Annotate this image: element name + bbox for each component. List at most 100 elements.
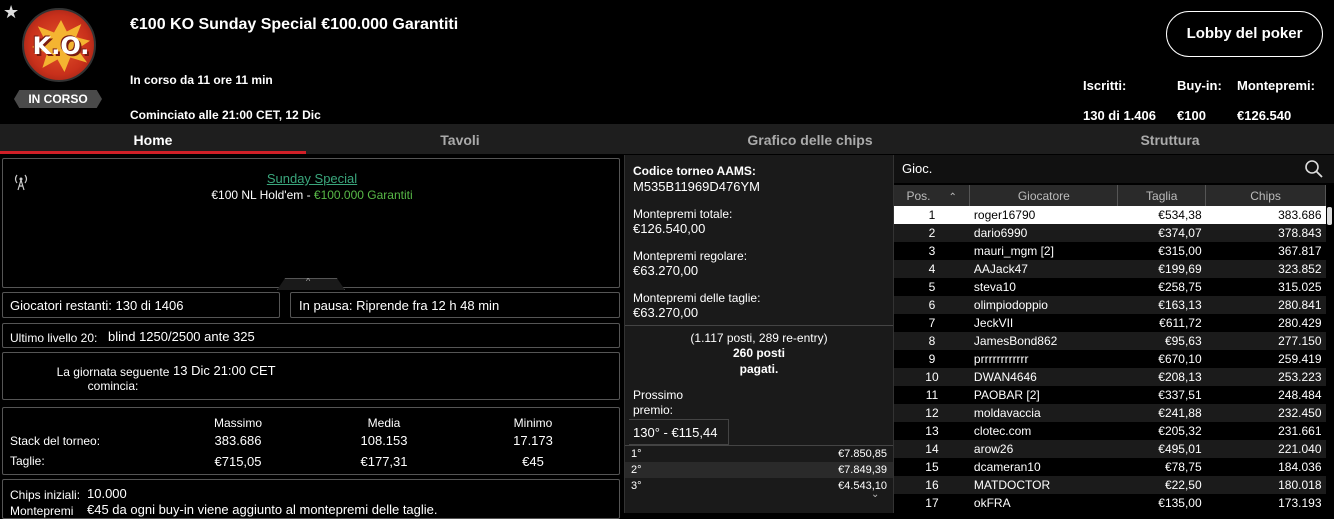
player-chips: 280.841 xyxy=(1205,296,1326,314)
player-row[interactable]: 4 AAJack47 €199,69 323.852 xyxy=(894,260,1326,278)
player-position: 8 xyxy=(894,332,970,350)
players-scrollbar[interactable] xyxy=(1327,207,1332,225)
next-day-box: La giornata seguente comincia: 13 Dic 21… xyxy=(2,352,620,400)
payout-position: 3° xyxy=(631,480,642,492)
column-header-player[interactable]: Giocatore xyxy=(969,185,1119,206)
regular-prize-value: €63.270,00 xyxy=(633,263,699,278)
favorite-star-icon[interactable]: ★ xyxy=(3,2,19,23)
collapse-toggle[interactable]: ^ xyxy=(277,278,345,290)
player-position: 17 xyxy=(894,494,970,512)
prizepool-label: Montepremi xyxy=(10,504,74,518)
initial-chips-value: 10.000 xyxy=(87,486,127,501)
player-row[interactable]: 17 okFRA €135,00 173.193 xyxy=(894,494,1326,512)
player-name: steva10 xyxy=(969,278,1118,296)
player-chips: 180.018 xyxy=(1205,476,1326,494)
player-row[interactable]: 14 arow26 €495,01 221.040 xyxy=(894,440,1326,458)
next-day-value: 13 Dic 21:00 CET xyxy=(173,363,276,378)
player-name: mauri_mgm [2] xyxy=(969,242,1118,260)
tab-chip-graph[interactable]: Grafico delle chips xyxy=(614,124,1006,154)
player-bounty: €337,51 xyxy=(1117,386,1206,404)
stack-stats-box: Massimo Media Minimo Stack del torneo: 3… xyxy=(2,407,620,475)
player-name: prrrrrrrrrrrr xyxy=(969,350,1118,368)
player-bounty: €315,00 xyxy=(1117,242,1206,260)
player-row[interactable]: 6 olimpiodoppio €163,13 280.841 xyxy=(894,296,1326,314)
aams-code: M535B11969D476YM xyxy=(633,179,760,194)
poker-lobby-button[interactable]: Lobby del poker xyxy=(1166,11,1323,57)
player-row[interactable]: 2 dario6990 €374,07 378.843 xyxy=(894,224,1326,242)
player-row[interactable]: 16 MATDOCTOR €22,50 180.018 xyxy=(894,476,1326,494)
player-position: 1 xyxy=(894,206,970,224)
prizepool-text: €45 da ogni buy-in viene aggiunto al mon… xyxy=(87,502,438,517)
player-name: okFRA xyxy=(969,494,1118,512)
player-chips: 253.223 xyxy=(1205,368,1326,386)
player-bounty: €495,01 xyxy=(1117,440,1206,458)
player-row[interactable]: 7 JeckVII €611,72 280.429 xyxy=(894,314,1326,332)
aams-label: Codice torneo AAMS: xyxy=(633,164,756,178)
buyin-label: Buy-in: xyxy=(1177,78,1222,93)
player-row[interactable]: 13 clotec.com €205,32 231.661 xyxy=(894,422,1326,440)
player-position: 14 xyxy=(894,440,970,458)
initial-chips-box: Chips iniziali: 10.000 Montepremi €45 da… xyxy=(2,479,620,519)
tab-tables[interactable]: Tavoli xyxy=(306,124,614,154)
player-position: 11 xyxy=(894,386,970,404)
initial-chips-label: Chips iniziali: xyxy=(10,488,81,502)
column-header-position[interactable]: Pos. ⌃ xyxy=(894,185,971,206)
search-icon[interactable] xyxy=(1304,159,1324,182)
player-row[interactable]: 12 moldavaccia €241,88 232.450 xyxy=(894,404,1326,422)
player-chips: 323.852 xyxy=(1205,260,1326,278)
stack-min-value: 17.173 xyxy=(513,433,553,448)
player-row[interactable]: 5 steva10 €258,75 315.025 xyxy=(894,278,1326,296)
payout-position: 1° xyxy=(631,448,642,460)
bounty-prize-label: Montepremi delle taglie: xyxy=(633,291,761,305)
player-chips: 184.036 xyxy=(1205,458,1326,476)
player-bounty: €22,50 xyxy=(1117,476,1206,494)
tab-bar: Home Tavoli Grafico delle chips Struttur… xyxy=(0,124,1334,154)
tournament-info-panel: Sunday Special €100 NL Hold'em - €100.00… xyxy=(0,155,624,519)
prize-label: Montepremi: xyxy=(1237,78,1315,93)
sunday-special-link[interactable]: Sunday Special xyxy=(267,171,357,186)
player-name: MATDOCTOR xyxy=(969,476,1118,494)
player-row[interactable]: 15 dcameran10 €78,75 184.036 xyxy=(894,458,1326,476)
tab-structure[interactable]: Struttura xyxy=(1006,124,1334,154)
players-search-bar[interactable]: Gioc. xyxy=(894,155,1334,183)
last-level-label: Ultimo livello 20: xyxy=(10,331,98,345)
player-chips: 367.817 xyxy=(1205,242,1326,260)
seats-paid-count: 260 posti xyxy=(732,346,786,360)
player-position: 6 xyxy=(894,296,970,314)
prize-info-panel: Codice torneo AAMS: M535B11969D476YM Mon… xyxy=(624,155,894,513)
player-bounty: €534,38 xyxy=(1117,206,1206,224)
player-name: dario6990 xyxy=(969,224,1118,242)
player-bounty: €78,75 xyxy=(1117,458,1206,476)
player-position: 5 xyxy=(894,278,970,296)
tab-home[interactable]: Home xyxy=(0,124,306,154)
player-row[interactable]: 1 roger16790 €534,38 383.686 xyxy=(894,206,1326,224)
last-level-value: blind 1250/2500 ante 325 xyxy=(108,329,255,344)
player-position: 13 xyxy=(894,422,970,440)
player-row[interactable]: 10 DWAN4646 €208,13 253.223 xyxy=(894,368,1326,386)
player-position: 7 xyxy=(894,314,970,332)
player-chips: 315.025 xyxy=(1205,278,1326,296)
column-header-bounty[interactable]: Taglia xyxy=(1117,185,1207,206)
player-row[interactable]: 9 prrrrrrrrrrrr €670,10 259.419 xyxy=(894,350,1326,368)
player-row[interactable]: 11 PAOBAR [2] €337,51 248.484 xyxy=(894,386,1326,404)
stack-max-value: 383.686 xyxy=(214,433,262,448)
player-position: 2 xyxy=(894,224,970,242)
seats-summary: (1.117 posti, 289 re-entry) xyxy=(690,331,828,345)
player-name: roger16790 xyxy=(969,206,1118,224)
player-bounty: €95,63 xyxy=(1117,332,1206,350)
player-name: DWAN4646 xyxy=(969,368,1118,386)
total-prize-label: Montepremi totale: xyxy=(633,207,733,221)
player-row[interactable]: 3 mauri_mgm [2] €315,00 367.817 xyxy=(894,242,1326,260)
player-position: 12 xyxy=(894,404,970,422)
ko-logo-text: K.O. xyxy=(32,32,90,60)
game-type: €100 NL Hold'em - xyxy=(211,188,314,202)
player-position: 16 xyxy=(894,476,970,494)
payout-amount: €7.850,85 xyxy=(838,448,887,460)
tournament-title: €100 KO Sunday Special €100.000 Garantit… xyxy=(130,16,459,33)
player-position: 15 xyxy=(894,458,970,476)
player-row[interactable]: 8 JamesBond862 €95,63 277.150 xyxy=(894,332,1326,350)
pause-text: In pausa: Riprende fra 12 h 48 min xyxy=(299,298,500,313)
prize-value: €126.540 xyxy=(1237,108,1292,123)
column-header-chips[interactable]: Chips xyxy=(1205,185,1326,206)
tournament-summary-box: Sunday Special €100 NL Hold'em - €100.00… xyxy=(2,158,620,290)
